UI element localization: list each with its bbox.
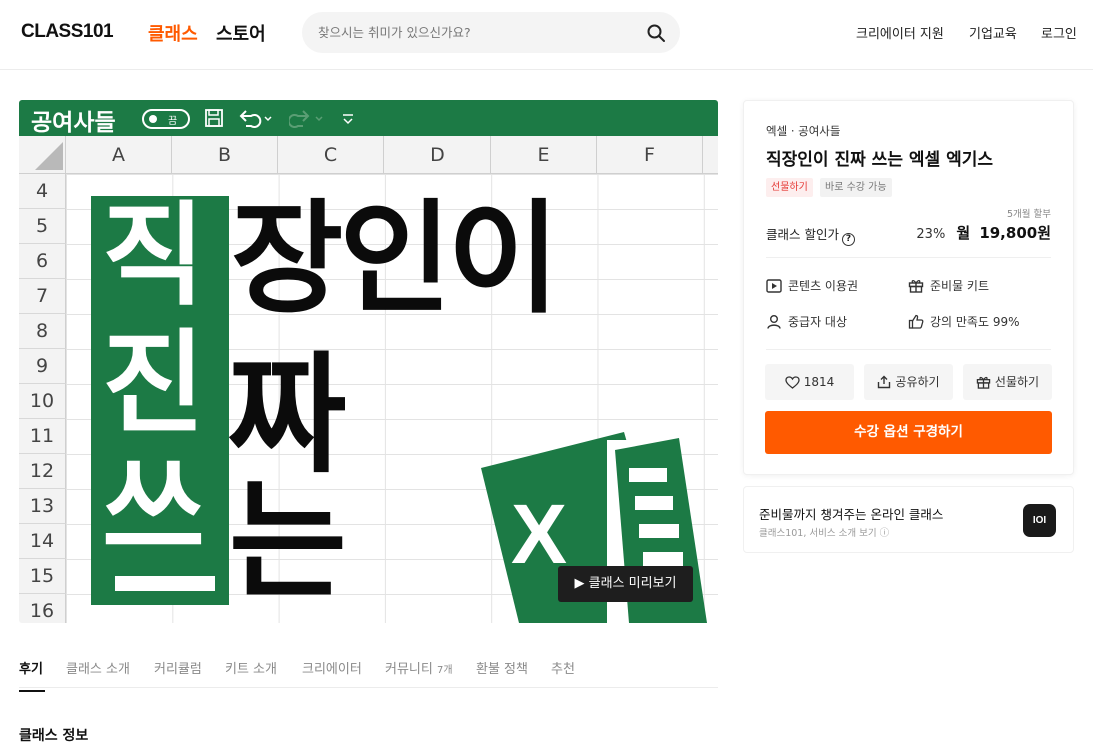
active-tab-indicator [19,690,45,692]
row-header: 8 [19,314,66,349]
installment-note: 5개월 할부 [1006,209,1051,220]
row-header: 16 [19,594,66,623]
select-all-corner [19,136,66,174]
headline-line2: 짜 [227,339,347,491]
help-icon: ⓘ [879,528,890,539]
monthly-price: 19,800원 [979,224,1051,242]
feature-kit: 준비물 키트 [908,277,989,294]
corporate-education-link[interactable]: 기업교육 [969,23,1017,42]
tab-community[interactable]: 커뮤니티 7개 [385,658,453,677]
thumbs-up-icon [908,314,924,329]
tab-recommend[interactable]: 추천 [551,658,575,677]
help-icon[interactable]: ? [841,233,855,246]
column-header: B [172,136,278,174]
tab-curriculum[interactable]: 커리큘럼 [154,658,202,677]
instant-access-badge: 바로 수강 가능 [820,178,892,197]
undo-icon [239,110,272,128]
view-options-button[interactable]: 수강 옵션 구경하기 [765,411,1052,454]
search-bar[interactable] [302,12,680,53]
tab-reviews[interactable]: 후기 [19,658,45,692]
class-info-card: 엑셀 · 공여사들 직장인이 진짜 쓰는 엑셀 엑기스 선물하기 바로 수강 가… [743,100,1074,475]
headline-underline [115,576,215,591]
divider [766,257,1051,258]
row-header: 9 [19,349,66,384]
row-header: 11 [19,419,66,454]
autosave-toggle: 끔 [142,109,190,129]
like-button[interactable]: 1814 [765,364,854,400]
class101-badge-logo: IOI [1023,504,1056,537]
login-link[interactable]: 로그인 [1041,23,1077,42]
service-promo-banner[interactable]: 준비물까지 챙겨주는 온라인 클래스 클래스101, 서비스 소개 보기 ⓘ I… [743,486,1074,553]
search-icon[interactable] [646,23,666,43]
row-header: 12 [19,454,66,489]
divider [766,349,1051,350]
nav-classes-link[interactable]: 클래스 [148,20,198,46]
column-headers: A B C D E F [19,136,718,174]
price-label: 클래스 할인가? [766,224,855,246]
column-header: E [491,136,597,174]
headline-char: 직 [102,191,206,321]
headline-char: 진 [102,319,206,449]
row-header: 15 [19,559,66,594]
nav-store-link[interactable]: 스토어 [216,20,266,46]
row-header: 10 [19,384,66,419]
quick-access-icon [343,114,353,125]
price-row: 23% 월 19,800원 [916,222,1051,243]
share-icon [878,375,891,389]
column-header: C [278,136,384,174]
discount-rate: 23% [916,227,946,242]
headline-line3: 는 [229,467,347,616]
row-header: 5 [19,209,66,244]
category-breadcrumb[interactable]: 엑셀 · 공여사들 [766,123,840,139]
headline-line1: 장인이 [231,188,560,330]
feature-level: 중급자 대상 [766,313,847,330]
excel-logo-letter: X [511,487,568,581]
column-header: D [385,136,491,174]
feature-content-pass: 콘텐츠 이용권 [766,277,858,294]
row-header: 6 [19,244,66,279]
class-thumbnail[interactable]: 공여사들 끔 A B C D E F 4 5 6 7 8 9 10 11 12 … [19,100,718,623]
excel-title: 공여사들 [31,110,116,136]
row-header: 14 [19,524,66,559]
play-box-icon [766,279,782,293]
top-header: CLASS101 클래스 스토어 크리에이터 지원 기업교육 로그인 [0,0,1093,70]
class101-logo[interactable]: CLASS101 [21,21,114,43]
content-tabs: 후기 클래스 소개 커리큘럼 키트 소개 크리에이터 커뮤니티 7개 환불 정책… [19,652,718,692]
gift-button[interactable]: 선물하기 [963,364,1052,400]
column-header: A [66,136,172,174]
share-button[interactable]: 공유하기 [864,364,953,400]
excel-title-bar: 공여사들 끔 [19,100,718,136]
creator-support-link[interactable]: 크리에이터 지원 [856,23,944,42]
row-header: 7 [19,279,66,314]
row-header: 4 [19,174,66,209]
tab-creator[interactable]: 크리에이터 [302,658,362,677]
column-header: F [597,136,703,174]
headline-char: 쓰 [102,444,206,574]
section-title: 클래스 정보 [19,728,89,744]
month-prefix: 월 [956,224,971,242]
gift-icon [976,376,991,389]
feature-satisfaction: 강의 만족도 99% [908,313,1020,330]
redo-icon [289,110,323,128]
tab-refund-policy[interactable]: 환불 정책 [476,658,528,677]
like-count: 1814 [803,375,835,389]
search-input[interactable] [318,12,638,53]
community-count: 7개 [436,665,453,676]
promo-subtitle[interactable]: 클래스101, 서비스 소개 보기 ⓘ [759,525,889,539]
tab-kit-intro[interactable]: 키트 소개 [225,658,277,677]
row-header: 13 [19,489,66,524]
class-title: 직장인이 진짜 쓰는 엑셀 엑기스 [766,150,993,170]
save-icon [205,109,223,127]
promo-title: 준비물까지 챙겨주는 온라인 클래스 [759,507,944,522]
person-icon [767,315,781,329]
tab-class-intro[interactable]: 클래스 소개 [66,658,130,677]
gift-icon [908,280,924,293]
class-preview-button[interactable]: ▶ 클래스 미리보기 [558,566,693,602]
gift-badge: 선물하기 [766,178,813,197]
heart-icon [785,376,800,389]
